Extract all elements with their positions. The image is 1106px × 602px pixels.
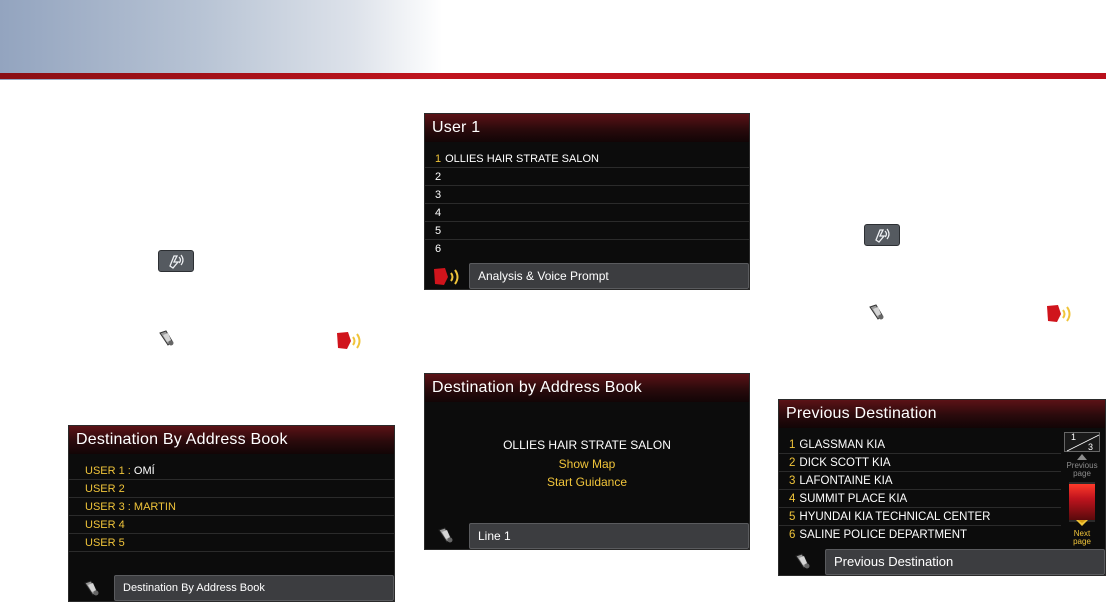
item-text: HYUNDAI KIA TECHNICAL CENTER [799, 511, 991, 523]
page-current: 1 [1071, 432, 1077, 442]
destination-name: OLLIES HAIR STRATE SALON [503, 438, 671, 452]
item-number: 1 [789, 439, 796, 451]
screen-title: Destination by Address Book [425, 374, 749, 402]
voice-prompt-icon [334, 329, 366, 353]
page-total: 3 [1088, 442, 1094, 452]
item-text: SUMMIT PLACE KIA [799, 493, 908, 505]
speaker-icon [792, 550, 814, 575]
talk-icon [864, 224, 900, 246]
speaker-icon [435, 524, 457, 549]
speaker-icon [81, 577, 103, 601]
list-item[interactable]: 1 OLLIES HAIR STRATE SALON [425, 150, 749, 168]
previous-page-label: Previous page [1066, 461, 1098, 478]
scrollbar-track[interactable] [1069, 482, 1095, 522]
voice-prompt-icon [1044, 302, 1076, 326]
start-guidance-option[interactable]: Start Guidance [425, 475, 749, 489]
item-number: 4 [789, 493, 796, 505]
list-item[interactable]: 6 SALINE POLICE DEPARTMENT [779, 526, 1061, 544]
voice-status-line: Destination By Address Book [114, 575, 394, 601]
screen-title: Previous Destination [779, 400, 1105, 428]
item-text: OLLIES HAIR STRATE SALON [445, 153, 599, 165]
list-item[interactable]: 2 DICK SCOTT KIA [779, 454, 1061, 472]
user-label: USER 2 [85, 483, 125, 495]
speaker-icon [156, 327, 178, 349]
user-value: OMÍ [133, 465, 155, 477]
show-map-label: Show Map [558, 457, 616, 471]
voice-prompt-status: Analysis & Voice Prompt [469, 263, 749, 289]
list-item[interactable]: 1 GLASSMAN KIA [779, 436, 1061, 454]
start-guidance-label: Start Guidance [546, 475, 628, 489]
scrollbar-thumb[interactable] [1069, 484, 1095, 520]
previous-destination-list: 1 GLASSMAN KIA 2 DICK SCOTT KIA 3 LAFONTAIN… [779, 436, 1061, 544]
list-item[interactable]: 2 [425, 168, 749, 186]
voice-status-line: Line 1 [469, 523, 749, 549]
previous-destination-screen: Previous Destination 1 GLASSMAN KIA 2 DICK… [778, 399, 1106, 576]
speaker-icon [866, 301, 888, 323]
item-number: 5 [789, 511, 796, 523]
chevron-down-icon [1076, 520, 1088, 526]
list-item[interactable]: 3 LAFONTAINE KIA [779, 472, 1061, 490]
list-item[interactable]: 6 [425, 240, 749, 258]
user-label: USER 1 [85, 465, 125, 477]
user-label: USER 4 [85, 519, 125, 531]
chevron-up-icon [1077, 454, 1087, 460]
item-text: SALINE POLICE DEPARTMENT [799, 529, 968, 541]
voice-status-line: Previous Destination [825, 549, 1105, 575]
item-number: 1 [435, 153, 442, 165]
user-label: USER 5 [85, 537, 125, 549]
next-page-button[interactable]: Next page [1064, 520, 1100, 546]
item-number: 6 [435, 243, 442, 255]
user-value: MARTIN [133, 501, 176, 513]
list-item[interactable]: 3 [425, 186, 749, 204]
list-item[interactable]: 5 HYUNDAI KIA TECHNICAL CENTER [779, 508, 1061, 526]
item-number: 6 [789, 529, 796, 541]
screen-title: Destination By Address Book [69, 426, 394, 454]
item-number: 2 [789, 457, 796, 469]
user-label: USER 3 [85, 501, 125, 513]
talk-icon [158, 250, 194, 272]
voice-prompt-icon [431, 265, 465, 289]
list-item[interactable]: USER 4 [69, 516, 394, 534]
screen-title: User 1 [425, 114, 749, 142]
destination-detail-screen: Destination by Address Book OLLIES HAIR … [424, 373, 750, 550]
previous-page-button[interactable]: Previous page [1064, 454, 1100, 478]
item-number: 3 [435, 189, 442, 201]
item-text: GLASSMAN KIA [799, 439, 886, 451]
next-page-label: Next page [1073, 529, 1091, 546]
address-book-users-screen: Destination By Address Book USER 1 : OMÍ… [68, 425, 395, 602]
user-list: USER 1 : OMÍ USER 2 USER 3 : MARTIN USER… [69, 462, 394, 552]
list-item[interactable]: 4 [425, 204, 749, 222]
list-item[interactable]: 4 SUMMIT PLACE KIA [779, 490, 1061, 508]
item-text: DICK SCOTT KIA [799, 457, 891, 469]
list-item[interactable]: USER 5 [69, 534, 394, 552]
header-gradient-band [0, 0, 1106, 80]
list-item[interactable]: USER 3 : MARTIN [69, 498, 394, 516]
header-red-rule [0, 73, 1106, 79]
show-map-option[interactable]: Show Map [425, 457, 749, 471]
list-item[interactable]: USER 1 : OMÍ [69, 462, 394, 480]
item-number: 5 [435, 225, 442, 237]
list-item[interactable]: 5 [425, 222, 749, 240]
user-separator: : [124, 465, 134, 477]
user1-list: 1 OLLIES HAIR STRATE SALON 2 3 4 5 6 [425, 150, 749, 258]
user-separator: : [124, 501, 134, 513]
item-number: 4 [435, 207, 442, 219]
user1-screen: User 1 1 OLLIES HAIR STRATE SALON 2 3 4 5… [424, 113, 750, 290]
item-number: 2 [435, 171, 442, 183]
page-indicator: 1 3 [1064, 432, 1100, 452]
item-number: 3 [789, 475, 796, 487]
list-item[interactable]: USER 2 [69, 480, 394, 498]
item-text: LAFONTAINE KIA [799, 475, 893, 487]
